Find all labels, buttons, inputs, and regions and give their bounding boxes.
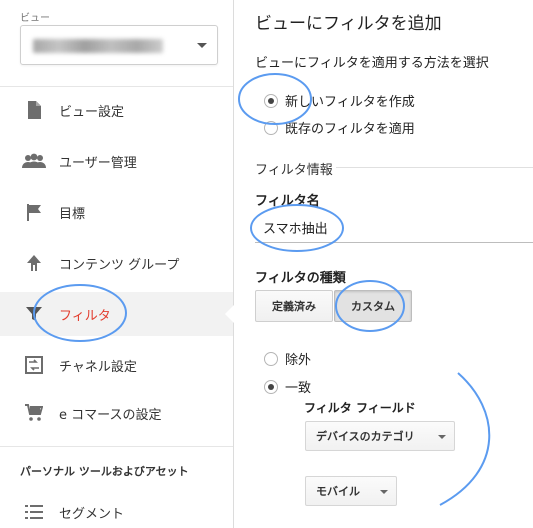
radio-label: 除外	[285, 353, 312, 368]
sidebar-item-view-settings[interactable]: ビュー設定	[0, 88, 233, 132]
sidebar-item-content-grouping[interactable]: コンテンツ グループ	[0, 241, 233, 285]
content-group-icon	[21, 252, 47, 274]
custom-type-button[interactable]: カスタム	[334, 290, 412, 322]
filter-pattern-dropdown[interactable]: モバイル	[305, 476, 397, 506]
radio-button[interactable]	[264, 120, 278, 135]
chevron-down-icon	[438, 435, 446, 439]
radio-label: 一致	[285, 381, 312, 396]
main-panel: ビューにフィルタを追加 ビューにフィルタを適用する方法を選択 新しいフィルタを作…	[234, 0, 533, 528]
view-name-blurred	[33, 39, 163, 53]
chevron-down-icon	[197, 43, 207, 48]
sidebar-item-goals[interactable]: 目標	[0, 190, 233, 234]
divider	[0, 446, 233, 447]
sidebar-item-user-management[interactable]: ユーザー管理	[0, 139, 233, 183]
sidebar-item-label: チャネル設定	[59, 359, 137, 375]
divider	[0, 86, 233, 87]
page-title: ビューにフィルタを追加	[255, 14, 442, 34]
radio-button[interactable]	[264, 93, 278, 108]
view-selector[interactable]	[20, 25, 218, 65]
segments-icon	[21, 501, 47, 523]
radio-label: 既存のフィルタを適用	[285, 122, 415, 137]
sidebar-item-label: コンテンツ グループ	[59, 257, 180, 273]
divider	[336, 167, 533, 168]
flag-icon	[21, 201, 47, 223]
radio-create-new-filter[interactable]: 新しいフィルタを作成	[264, 91, 415, 110]
view-label: ビュー	[20, 13, 50, 24]
filter-field-dropdown[interactable]: デバイスのカテゴリ	[305, 421, 455, 451]
sidebar-item-label: e コマースの設定	[59, 407, 162, 423]
sidebar-item-label: フィルタ	[59, 308, 111, 324]
cart-icon	[21, 402, 47, 424]
radio-label: 新しいフィルタを作成	[285, 95, 415, 110]
filter-name-input[interactable]	[255, 213, 533, 243]
sidebar-item-label: ユーザー管理	[59, 155, 137, 171]
dropdown-value: デバイスのカテゴリ	[316, 430, 415, 443]
sidebar-item-label: 目標	[59, 206, 86, 222]
sidebar-item-filters[interactable]: フィルタ	[0, 292, 234, 336]
method-label: ビューにフィルタを適用する方法を選択	[255, 56, 489, 71]
sidebar-item-label: ビュー設定	[59, 104, 125, 120]
radio-button[interactable]	[264, 351, 278, 366]
radio-include[interactable]: 一致	[264, 377, 311, 396]
chevron-down-icon	[380, 490, 388, 494]
users-icon	[21, 150, 47, 172]
predefined-type-button[interactable]: 定義済み	[255, 290, 333, 322]
sidebar-item-segments[interactable]: セグメント	[0, 490, 233, 528]
channel-icon	[21, 354, 47, 376]
sidebar-item-ecommerce-settings[interactable]: e コマースの設定	[0, 391, 233, 435]
radio-exclude[interactable]: 除外	[264, 349, 311, 368]
radio-button[interactable]	[264, 379, 278, 394]
sidebar-item-channel-settings[interactable]: チャネル設定	[0, 343, 233, 387]
filter-icon	[21, 303, 47, 325]
sidebar: ビュー ビュー設定 ユーザー管理 目標 コンテンツ グループ フィルタ チャネル…	[0, 0, 234, 528]
sidebar-item-label: セグメント	[59, 506, 125, 522]
filter-info-heading: フィルタ情報	[255, 163, 333, 178]
section-heading-personal-tools: パーソナル ツールおよびアセット	[20, 465, 189, 478]
radio-apply-existing-filter[interactable]: 既存のフィルタを適用	[264, 118, 415, 137]
filter-name-label: フィルタ名	[255, 194, 320, 209]
filter-field-label: フィルタ フィールド	[304, 401, 416, 415]
filter-type-label: フィルタの種類	[255, 271, 346, 286]
dropdown-value: モバイル	[316, 485, 360, 498]
document-icon	[21, 99, 47, 121]
